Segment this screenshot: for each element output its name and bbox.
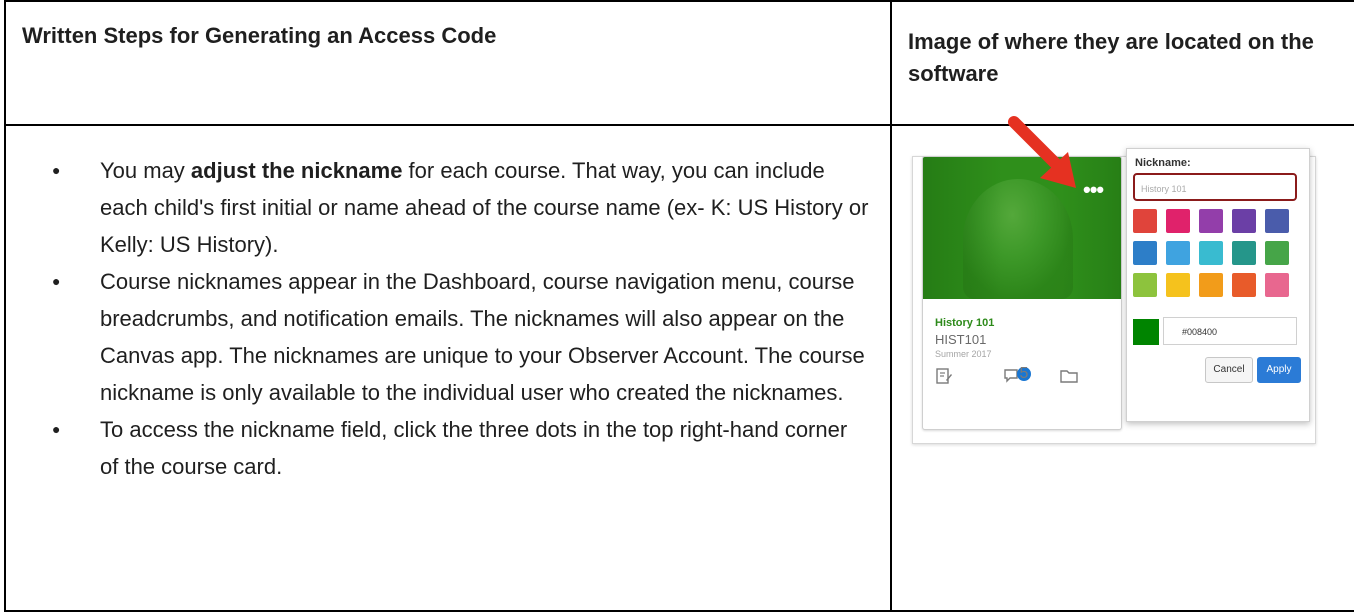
header-written-steps: Written Steps for Generating an Access C… <box>4 0 892 126</box>
nickname-popup: Nickname: History 101 #008400 Cancel App… <box>1126 148 1310 422</box>
apply-button[interactable]: Apply <box>1257 357 1301 383</box>
folder-icon[interactable] <box>1059 367 1079 390</box>
color-swatch[interactable] <box>1133 273 1157 297</box>
steps-cell: ● You may adjust the nickname for each c… <box>4 124 892 612</box>
unread-badge: 5 <box>1017 366 1031 382</box>
nickname-label: Nickname: <box>1135 157 1191 169</box>
table-header-row: Written Steps for Generating an Access C… <box>4 0 1354 126</box>
color-swatch[interactable] <box>1265 209 1289 233</box>
step-text: To access the nickname field, click the … <box>100 417 848 479</box>
color-swatch[interactable] <box>1166 273 1190 297</box>
course-term: Summer 2017 <box>935 349 992 359</box>
color-swatch[interactable] <box>1199 241 1223 265</box>
discussion-icon[interactable]: 5 <box>1003 366 1031 390</box>
assignment-icon[interactable] <box>935 367 953 390</box>
list-item: ● You may adjust the nickname for each c… <box>52 152 870 263</box>
bullet-icon: ● <box>52 162 61 178</box>
bullet-icon: ● <box>52 421 61 437</box>
step-text-bold: adjust the nickname <box>190 158 403 183</box>
course-code: HIST101 <box>935 332 987 347</box>
color-swatch[interactable] <box>1265 241 1289 265</box>
color-swatch[interactable] <box>1199 209 1223 233</box>
color-swatch[interactable] <box>1166 241 1190 265</box>
header-image-location: Image of where they are located on the s… <box>890 0 1354 126</box>
course-card-icons: 5 <box>935 366 1115 391</box>
list-item: ● Course nicknames appear in the Dashboa… <box>52 263 870 411</box>
cancel-button[interactable]: Cancel <box>1205 357 1253 383</box>
steps-list: ● You may adjust the nickname for each c… <box>6 126 890 485</box>
step-text: Course nicknames appear in the Dashboard… <box>100 269 865 405</box>
color-swatch[interactable] <box>1133 241 1157 265</box>
color-swatch[interactable] <box>1199 273 1223 297</box>
hex-color-input[interactable]: #008400 <box>1163 317 1297 345</box>
color-swatch[interactable] <box>1232 273 1256 297</box>
color-swatch[interactable] <box>1133 209 1157 233</box>
course-name[interactable]: History 101 <box>935 317 994 329</box>
nickname-input[interactable]: History 101 <box>1133 173 1297 201</box>
step-text: You may <box>100 158 191 183</box>
bullet-icon: ● <box>52 273 61 289</box>
color-swatch[interactable] <box>1166 209 1190 233</box>
nickname-screenshot: ••• History 101 HIST101 Summer 2017 5 Ni… <box>912 116 1316 444</box>
list-item: ● To access the nickname field, click th… <box>52 411 870 485</box>
color-swatch[interactable] <box>1232 241 1256 265</box>
selected-color-swatch <box>1133 319 1159 345</box>
color-swatch[interactable] <box>1265 273 1289 297</box>
color-swatch[interactable] <box>1232 209 1256 233</box>
red-arrow-icon <box>1008 116 1076 188</box>
